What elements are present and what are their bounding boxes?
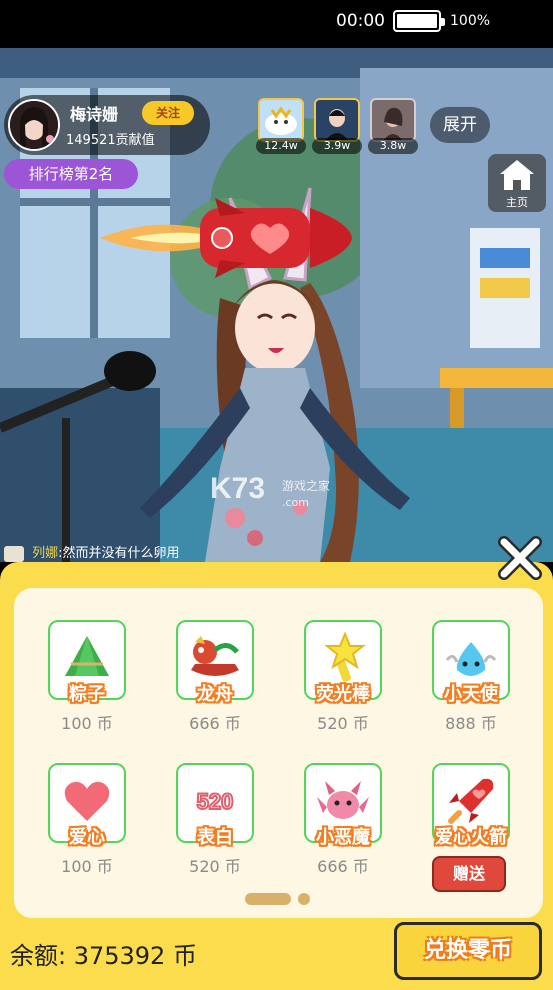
chat-username: 列娜 <box>32 546 59 561</box>
page-indicator-active[interactable] <box>245 893 291 905</box>
gift-name: 爱心火箭 <box>435 827 507 848</box>
gift-name: 表白 <box>197 827 233 848</box>
status-time: 00:00 <box>336 11 385 31</box>
chat-avatar-icon <box>4 545 24 562</box>
devil-icon <box>317 781 369 819</box>
host-contribution: 149521贡献值 <box>66 133 155 148</box>
gift-item-glow-stick[interactable]: 荧光棒 520 币 <box>302 620 384 752</box>
follow-button[interactable]: 关注 <box>142 101 194 125</box>
live-stage: 梅诗姗 149521贡献值 关注 排行榜第2名 12.4w 3.9w 3.8w … <box>0 48 553 562</box>
confession-icon: 520 <box>196 788 235 815</box>
chat-text: :然而并没有什么卵用 <box>58 546 180 561</box>
host-name: 梅诗姗 <box>70 105 119 124</box>
gift-name: 龙舟 <box>197 684 233 705</box>
balance-text: 余额: 375392 币 <box>10 942 197 970</box>
gift-price: 666 币 <box>189 714 241 733</box>
battery-icon <box>393 10 445 32</box>
viewer-avatar[interactable]: 3.9w <box>312 98 362 154</box>
close-button[interactable] <box>494 532 546 584</box>
gift-item-heart[interactable]: 爱心 100 币 <box>46 763 128 895</box>
heart-icon <box>64 781 110 821</box>
home-label: 主页 <box>506 196 528 209</box>
gift-price: 666 币 <box>317 857 369 876</box>
gift-price: 100 币 <box>61 714 113 733</box>
expand-button[interactable]: 展开 <box>430 107 490 143</box>
svg-text:游戏之家: 游戏之家 <box>282 478 330 493</box>
user-avatar-icon <box>314 98 360 142</box>
gift-price: 520 币 <box>189 857 241 876</box>
chat-message: 列娜:然而并没有什么卵用 <box>4 542 180 562</box>
gift-name: 荧光棒 <box>316 684 370 705</box>
send-button[interactable]: 赠送 <box>432 856 506 892</box>
home-icon <box>500 160 534 190</box>
status-bar: 00:00 100% <box>0 0 553 48</box>
host-info[interactable]: 梅诗姗 149521贡献值 关注 <box>4 95 210 155</box>
page-indicator[interactable] <box>298 893 310 905</box>
viewer-count: 12.4w <box>256 138 306 154</box>
user-avatar-icon <box>370 98 416 142</box>
gift-name: 小天使 <box>444 684 498 705</box>
glow-stick-icon <box>324 631 366 682</box>
host-avatar[interactable] <box>8 99 60 151</box>
whale-avatar-icon <box>258 98 304 142</box>
svg-text:.com: .com <box>282 496 309 509</box>
viewer-count: 3.9w <box>312 138 362 154</box>
angel-icon <box>445 642 497 676</box>
gift-name: 粽子 <box>69 684 105 705</box>
gift-item-zongzi[interactable]: 粽子 100 币 <box>46 620 128 752</box>
svg-text:K73: K73 <box>210 472 265 505</box>
gift-item-angel[interactable]: 小天使 888 币 <box>430 620 512 752</box>
gift-price: 100 币 <box>61 857 113 876</box>
gift-item-dragon-boat[interactable]: 龙舟 666 币 <box>174 620 256 752</box>
gift-name: 爱心 <box>69 827 105 848</box>
gift-item-confession[interactable]: 520 表白 520 币 <box>174 763 256 895</box>
svg-text:520: 520 <box>197 789 234 814</box>
zongzi-icon <box>65 636 109 676</box>
viewer-avatar[interactable]: 12.4w <box>256 98 306 154</box>
home-button[interactable]: 主页 <box>488 154 546 212</box>
rocket-icon <box>448 778 494 824</box>
gift-price: 520 币 <box>317 714 369 733</box>
watermark-logo: K73 游戏之家 .com <box>210 472 330 509</box>
gift-item-devil[interactable]: 小恶魔 666 币 <box>302 763 384 895</box>
gift-name: 小恶魔 <box>316 827 370 848</box>
gift-price: 888 币 <box>445 714 497 733</box>
close-icon <box>498 536 542 580</box>
exchange-button[interactable]: 兑换零币 <box>394 922 542 980</box>
dragon-boat-icon <box>191 636 239 676</box>
rank-badge[interactable]: 排行榜第2名 <box>4 159 138 189</box>
viewer-count: 3.8w <box>368 138 418 154</box>
battery-percent: 100% <box>450 13 491 29</box>
viewer-avatar[interactable]: 3.8w <box>368 98 418 154</box>
